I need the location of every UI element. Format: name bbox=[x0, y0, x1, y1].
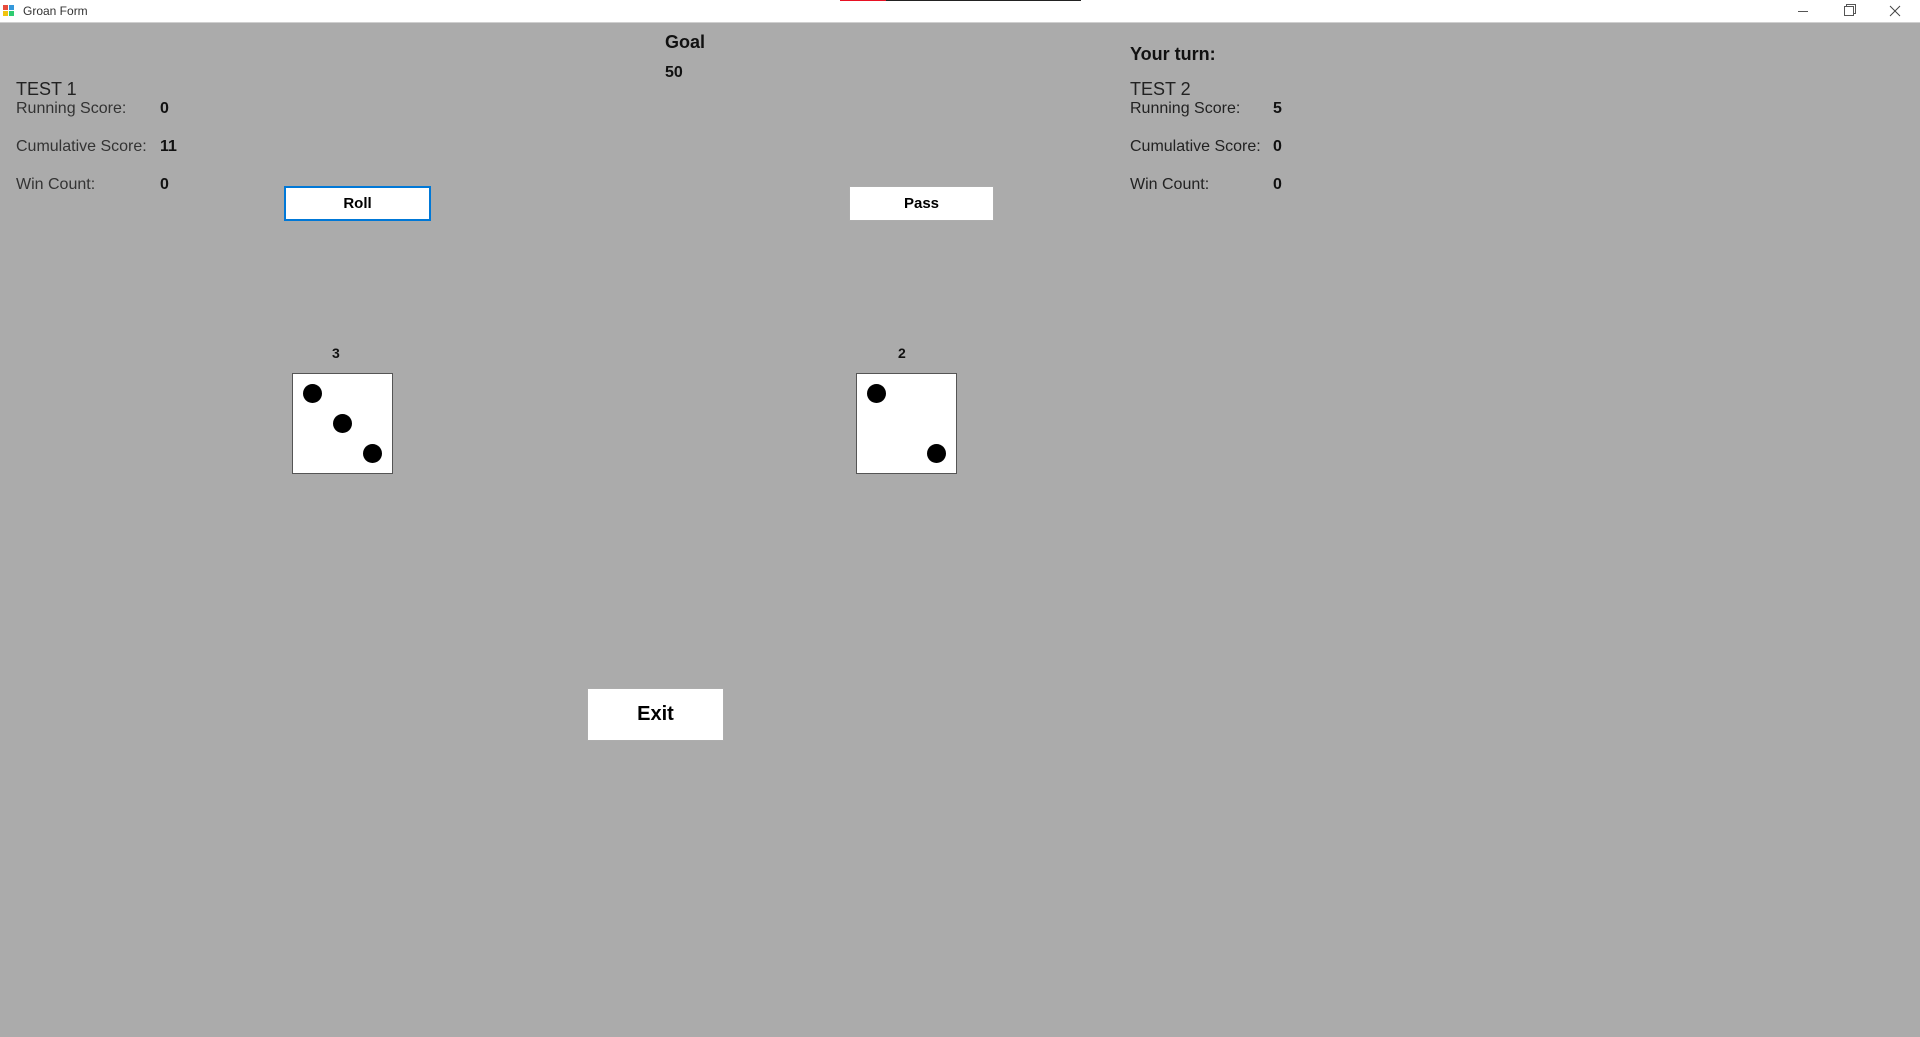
roll-button[interactable]: Roll bbox=[284, 186, 431, 221]
minimize-icon[interactable] bbox=[1780, 0, 1826, 22]
player1-cumulative-value: 11 bbox=[160, 138, 177, 155]
goal-value: 50 bbox=[665, 64, 683, 81]
die1-value-label: 3 bbox=[332, 345, 340, 361]
groan-form-window: Groan Form Goal 50 TEST 1 Running Score:… bbox=[0, 0, 1920, 1037]
die1-pip bbox=[303, 384, 322, 403]
die2 bbox=[856, 373, 957, 474]
player2-wins-label: Win Count: bbox=[1130, 176, 1210, 193]
die2-pip bbox=[867, 384, 886, 403]
turn-label: Your turn: bbox=[1130, 44, 1216, 64]
player2-name: TEST 2 bbox=[1130, 79, 1191, 99]
player1-running-label: Running Score: bbox=[16, 100, 127, 117]
die1 bbox=[292, 373, 393, 474]
player2-running-label: Running Score: bbox=[1130, 100, 1241, 117]
die1-pip bbox=[333, 414, 352, 433]
player2-cumulative-label: Cumulative Score: bbox=[1130, 138, 1261, 155]
die2-pip bbox=[927, 444, 946, 463]
player1-wins-value: 0 bbox=[160, 176, 169, 193]
player2-cumulative-value: 0 bbox=[1273, 138, 1282, 155]
player1-running-value: 0 bbox=[160, 100, 169, 117]
window-title: Groan Form bbox=[23, 4, 88, 18]
player1-cumulative-label: Cumulative Score: bbox=[16, 138, 147, 155]
goal-label: Goal bbox=[665, 32, 706, 52]
player1-name: TEST 1 bbox=[16, 79, 77, 99]
title-bar: Groan Form bbox=[0, 0, 1920, 23]
close-icon[interactable] bbox=[1872, 0, 1918, 22]
restore-icon[interactable] bbox=[1826, 0, 1872, 22]
player2-wins-value: 0 bbox=[1273, 176, 1282, 193]
exit-button[interactable]: Exit bbox=[587, 688, 724, 741]
pass-button[interactable]: Pass bbox=[849, 186, 994, 221]
app-icon bbox=[3, 5, 15, 17]
player2-running-value: 5 bbox=[1273, 100, 1282, 117]
die1-pip bbox=[363, 444, 382, 463]
title-indicator-highlight bbox=[840, 0, 886, 1]
die2-value-label: 2 bbox=[898, 345, 906, 361]
player1-wins-label: Win Count: bbox=[16, 176, 96, 193]
